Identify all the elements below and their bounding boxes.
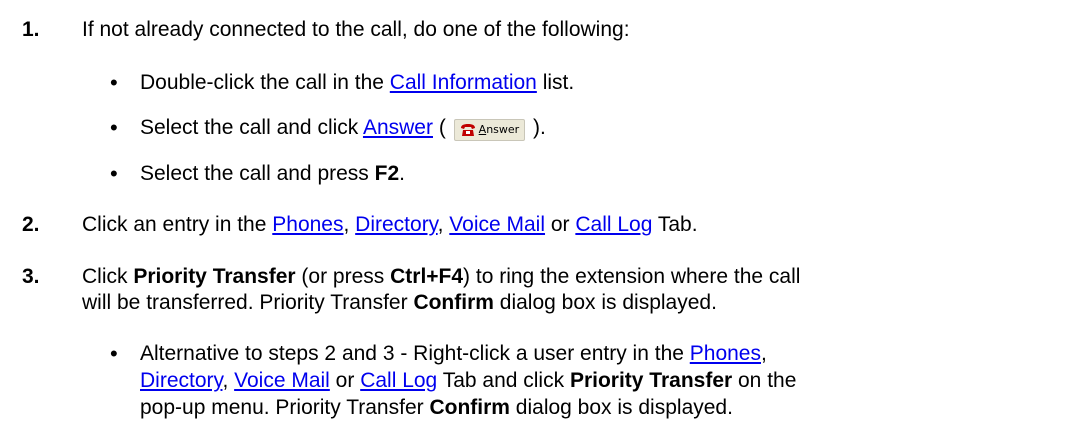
directory-link[interactable]: Directory <box>355 213 437 236</box>
step-text: Click an entry in the <box>82 213 273 236</box>
separator: , <box>343 213 356 236</box>
step-3-bullet-line-1: Alternative to steps 2 and 3 - Right-cli… <box>140 341 767 367</box>
step-3-line-1: Click Priority Transfer (or press Ctrl+F… <box>82 264 800 290</box>
step-text: dialog box is displayed. <box>493 291 717 314</box>
step-1-text: If not already connected to the call, do… <box>82 18 630 41</box>
bullet-text: list. <box>536 71 575 94</box>
step-1-number: 1. <box>22 18 40 41</box>
bullet-text: pop-up menu. Priority Transfer <box>140 396 430 419</box>
bullet-marker: • <box>110 115 118 140</box>
bullet-text: ( <box>432 116 452 139</box>
separator: , <box>222 369 235 392</box>
step-1-bullet-3: Select the call and press F2. <box>140 161 405 187</box>
bullet-marker: • <box>110 341 118 366</box>
separator: or <box>545 213 576 236</box>
step-2-text: Click an entry in the Phones, Directory,… <box>82 212 698 238</box>
phones-link[interactable]: Phones <box>272 213 343 236</box>
bullet-text: on the <box>732 369 797 392</box>
bullet-text: dialog box is displayed. <box>509 396 733 419</box>
priority-transfer-command: Priority Transfer <box>133 265 296 288</box>
bullet-marker: • <box>110 161 118 186</box>
bullet-text: Tab and click <box>437 369 570 392</box>
step-3-bullet-line-3: pop-up menu. Priority Transfer Confirm d… <box>140 395 733 421</box>
call-log-link[interactable]: Call Log <box>575 213 652 236</box>
separator: or <box>329 369 361 392</box>
step-text: Click <box>82 265 134 288</box>
call-information-link[interactable]: Call Information <box>390 71 537 94</box>
separator: , <box>761 342 767 365</box>
voice-mail-link[interactable]: Voice Mail <box>234 369 330 392</box>
answer-button-image: Answer <box>453 119 526 141</box>
instruction-document: 1. If not already connected to the call,… <box>0 0 1074 436</box>
voice-mail-link[interactable]: Voice Mail <box>449 213 545 236</box>
step-3-bullet-line-2: Directory, Voice Mail or Call Log Tab an… <box>140 368 796 394</box>
answer-link[interactable]: Answer <box>363 116 433 139</box>
step-1-bullet-2: Select the call and click Answer ( Answe… <box>140 115 546 141</box>
directory-link[interactable]: Directory <box>140 369 222 392</box>
bullet-text: ). <box>527 116 546 139</box>
key-ctrl-f4: Ctrl+F4 <box>390 265 464 288</box>
bullet-marker: • <box>110 70 118 95</box>
bullet-text: . <box>399 162 405 185</box>
phones-link[interactable]: Phones <box>690 342 761 365</box>
priority-transfer-command: Priority Transfer <box>569 369 733 392</box>
confirm-dialog-name: Confirm <box>413 291 494 314</box>
step-text: ) to ring the extension where the call <box>463 265 801 288</box>
bullet-text: Double-click the call in the <box>140 71 390 94</box>
bullet-text: Select the call and press <box>140 162 375 185</box>
phone-icon <box>460 124 475 136</box>
step-text: will be transferred. Priority Transfer <box>82 291 414 314</box>
separator: , <box>437 213 450 236</box>
key-f2: F2 <box>374 162 400 185</box>
call-log-link[interactable]: Call Log <box>360 369 437 392</box>
step-2-number: 2. <box>22 213 40 236</box>
confirm-dialog-name: Confirm <box>429 396 510 419</box>
bullet-text: Select the call and click <box>140 116 363 139</box>
step-text: Tab. <box>652 213 698 236</box>
step-1-bullet-1: Double-click the call in the Call Inform… <box>140 70 574 96</box>
answer-button-label: nswer <box>486 123 520 136</box>
step-3-line-2: will be transferred. Priority Transfer C… <box>82 290 717 316</box>
step-text: (or press <box>295 265 391 288</box>
step-3-number: 3. <box>22 265 40 288</box>
bullet-text: Alternative to steps 2 and 3 - Right-cli… <box>140 342 690 365</box>
